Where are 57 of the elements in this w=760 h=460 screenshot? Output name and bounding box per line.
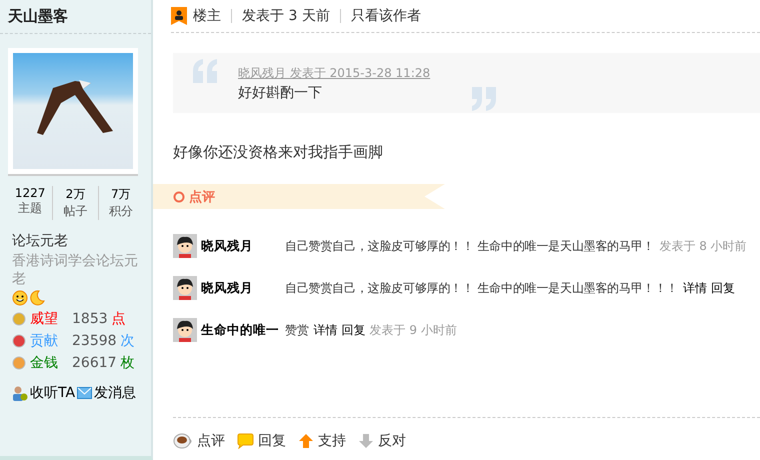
credit-value: 1853 <box>72 311 108 327</box>
user-group: 香港诗词学会论坛元老 <box>12 252 139 288</box>
user-rank: 论坛元老 <box>12 232 69 250</box>
comment-action-link[interactable]: 回复 <box>342 322 366 338</box>
stat-value: 1227 <box>14 186 46 200</box>
comment-action-link[interactable]: 详情 <box>683 280 708 296</box>
quote-text: 好好斟酌一下 <box>238 84 322 102</box>
avatar-icon <box>173 318 197 342</box>
coffee-cup-icon <box>173 433 193 449</box>
close-quote-icon <box>470 87 496 111</box>
profile-action-link[interactable]: 收听TA <box>30 384 76 402</box>
author-only-link[interactable]: 只看该作者 <box>350 7 421 25</box>
post-action-button[interactable]: 反对 <box>358 432 406 450</box>
stat-value: 2万 <box>66 186 86 203</box>
credit-unit: 枚 <box>120 354 135 372</box>
post-action-button[interactable]: 点评 <box>173 432 225 450</box>
credit-name: 贡献 <box>30 332 58 350</box>
stat-label: 积分 <box>108 203 133 220</box>
comment-text: 赞赏 <box>285 322 309 338</box>
comment-author: 晓风残月 <box>201 280 254 296</box>
stat-label: 帖子 <box>63 203 88 220</box>
comment-action-link[interactable]: 详情 <box>314 322 338 338</box>
comment-heading: 点评 <box>189 188 215 206</box>
floor-label: 楼主 <box>193 7 221 25</box>
comment-action-link[interactable]: 回复 <box>711 280 736 296</box>
profile-action-link[interactable]: 发消息 <box>94 384 136 402</box>
comment-time: 发表于 9 小时前 <box>370 322 457 338</box>
credit-name: 威望 <box>30 310 58 328</box>
avatar-icon <box>173 276 197 300</box>
credit-unit: 点 <box>112 310 126 328</box>
speech-bubble-icon <box>237 433 254 449</box>
credit-value: 23598 <box>72 333 117 349</box>
up-arrow-icon <box>298 433 314 449</box>
circle-icon <box>173 190 185 202</box>
envelope-icon <box>77 387 92 399</box>
credit-unit: 次 <box>120 332 135 350</box>
post-action-button[interactable]: 支持 <box>298 432 346 450</box>
comment-time: 发表于 8 小时前 <box>659 238 747 254</box>
open-quote-icon <box>193 59 219 83</box>
credit-value: 26617 <box>72 355 117 371</box>
stat-label: 主题 <box>18 200 42 217</box>
down-arrow-icon <box>358 433 374 449</box>
username: 天山墨客 <box>0 0 151 34</box>
comment-author: 晓风残月 <box>201 238 254 254</box>
post-time: 发表于 3 天前 <box>242 7 330 25</box>
credit-name: 金钱 <box>30 354 58 372</box>
moon-medal-icon <box>29 290 45 306</box>
comment-author: 生命中的唯一 <box>201 322 280 338</box>
stat-value: 7万 <box>111 186 131 203</box>
smiley-medal-icon <box>12 290 28 306</box>
post-body: 好像你还没资格来对我指手画脚 <box>173 143 384 162</box>
person-badge-icon <box>171 7 187 25</box>
comment-text: 自己赞赏自己，这脸皮可够厚的！！ 生命中的唯一是天山墨客的马甲！！！ <box>285 280 678 296</box>
comment-text: 自己赞赏自己，这脸皮可够厚的！！ 生命中的唯一是天山墨客的马甲！ <box>285 238 654 254</box>
post-action-button[interactable]: 回复 <box>237 432 286 450</box>
avatar-icon <box>173 234 197 258</box>
user-icon <box>12 385 28 401</box>
